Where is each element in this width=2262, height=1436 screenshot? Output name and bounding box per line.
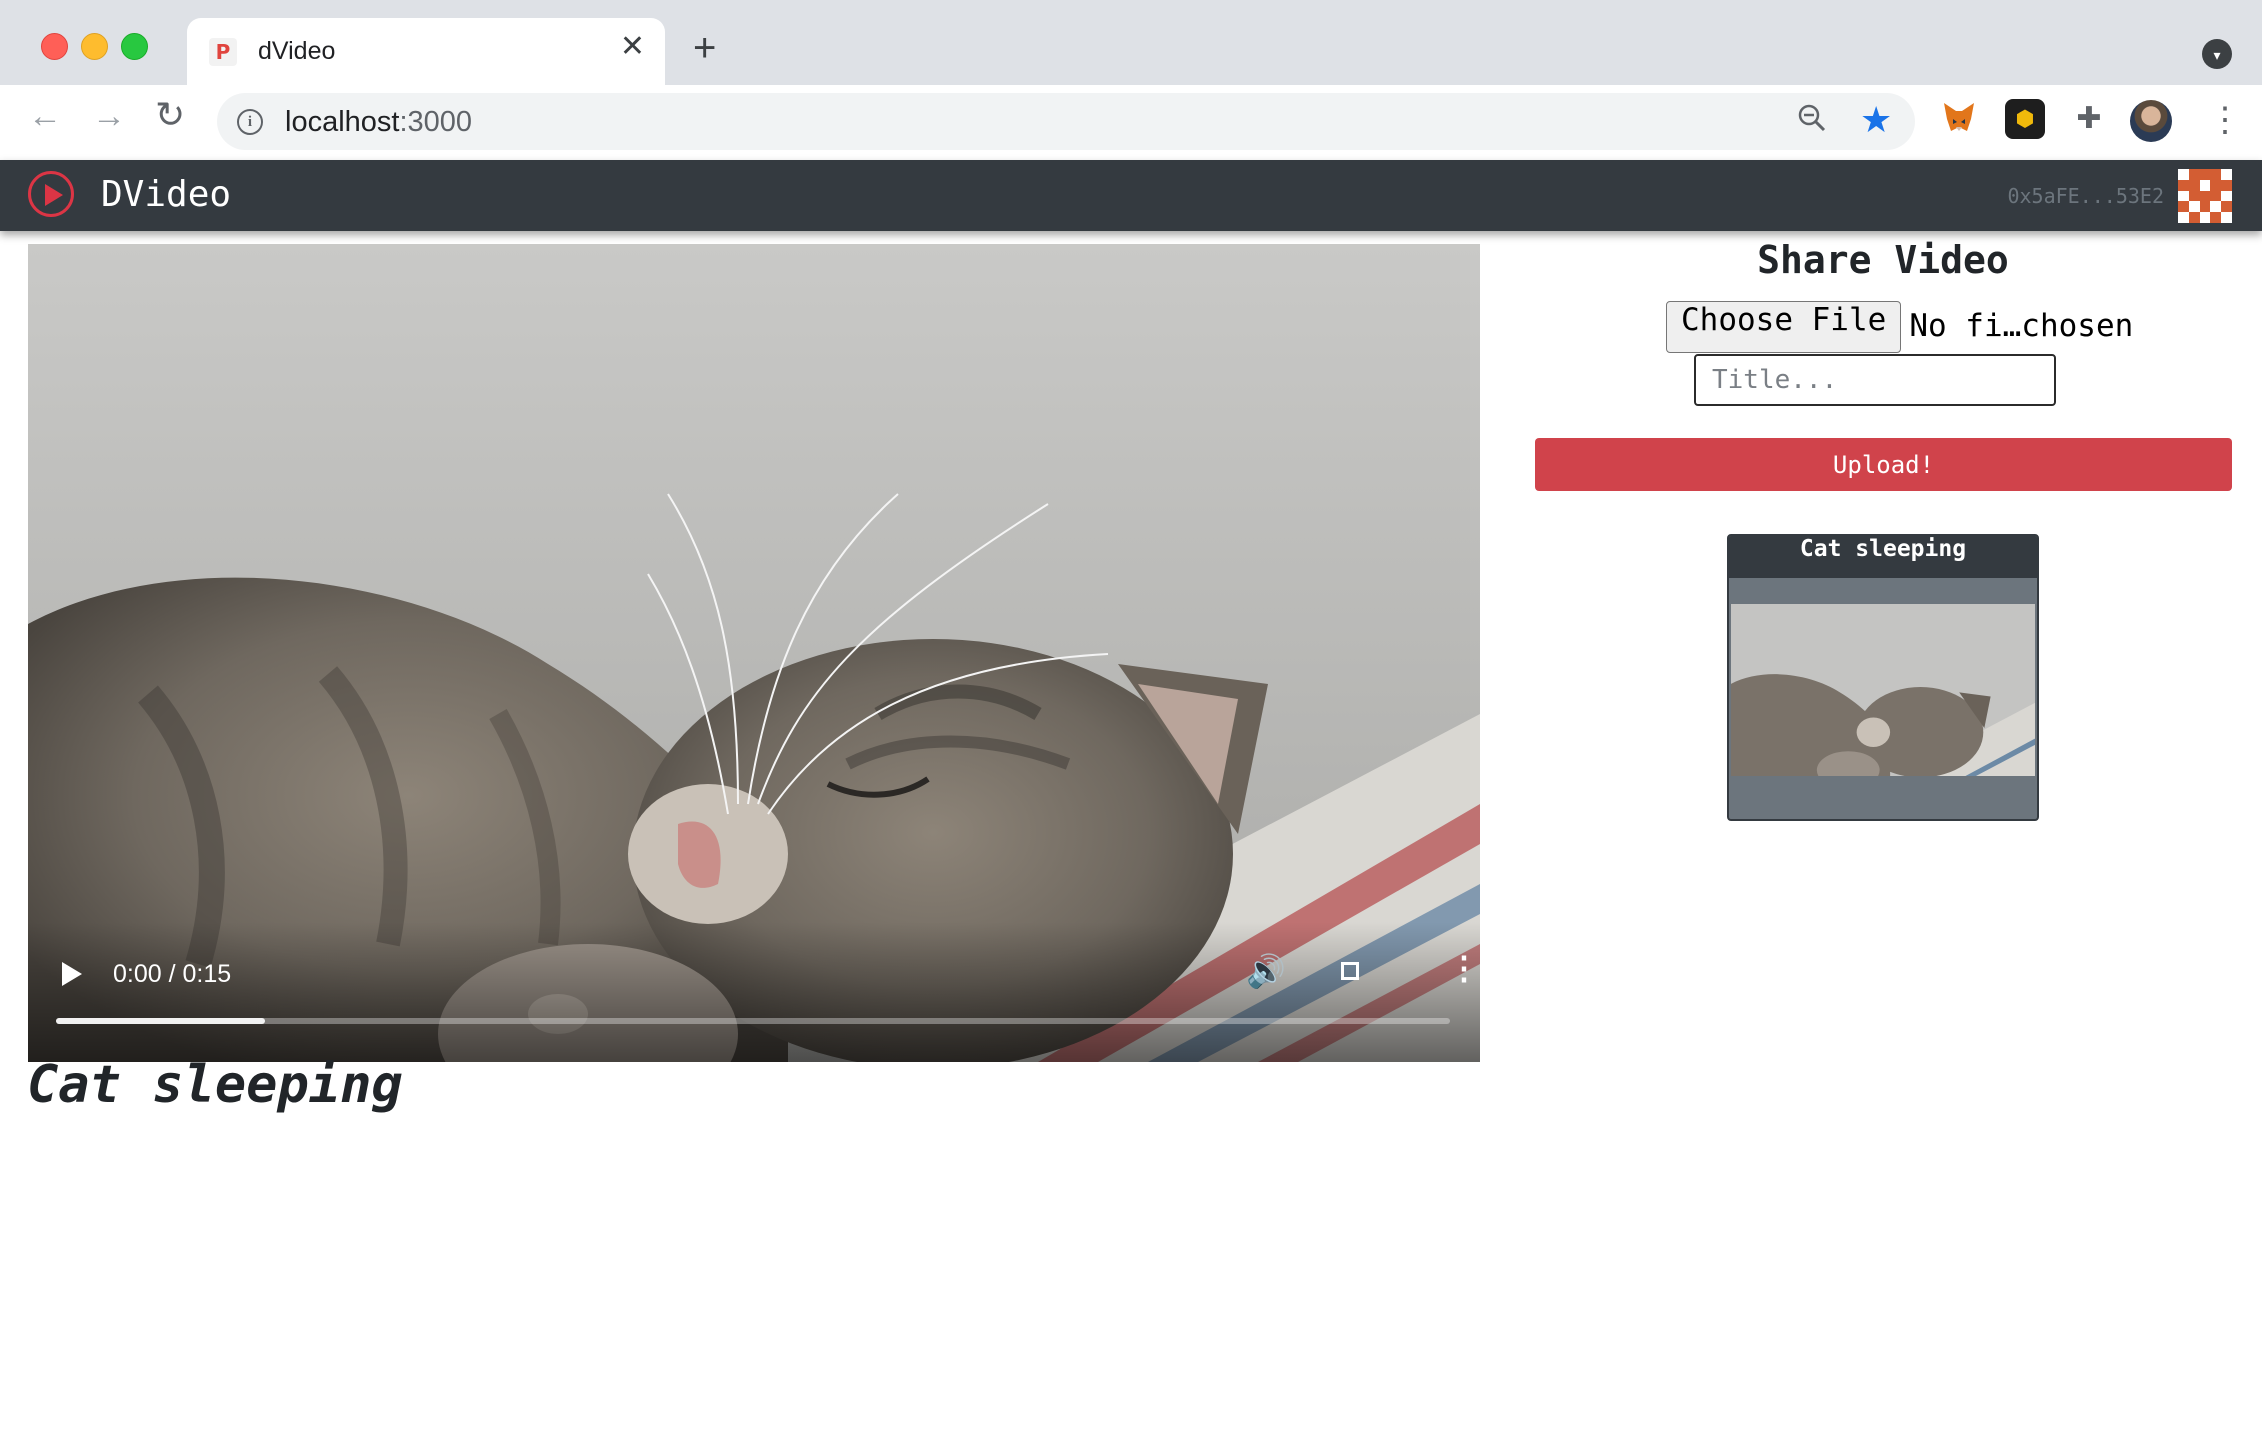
new-tab-button[interactable]: + bbox=[693, 28, 716, 68]
url-text[interactable]: localhost:3000 bbox=[285, 106, 472, 139]
video-options-icon[interactable]: ⋮ bbox=[1448, 952, 1480, 984]
profile-dropdown-icon[interactable]: ▾ bbox=[2202, 39, 2232, 69]
video-player[interactable]: 0:00 / 0:15 🔊 ⋮ bbox=[28, 244, 1480, 1062]
time-display: 0:00 / 0:15 bbox=[113, 960, 232, 988]
volume-icon[interactable]: 🔊 bbox=[1246, 952, 1286, 990]
extensions-puzzle-icon[interactable]: ✚ bbox=[2069, 99, 2109, 139]
browser-toolbar: ← → ↻ i localhost:3000 ★ ⬢ ✚ ⋮ bbox=[0, 85, 2262, 161]
account-identicon bbox=[2178, 169, 2232, 223]
share-video-heading: Share Video bbox=[1757, 238, 2009, 282]
favicon-icon: P bbox=[209, 38, 237, 66]
title-input[interactable] bbox=[1694, 354, 2056, 406]
video-thumbnail[interactable] bbox=[1731, 604, 2035, 776]
browser-tab-strip: P dVideo ✕ + ▾ bbox=[0, 0, 2262, 85]
play-icon[interactable] bbox=[62, 962, 82, 986]
more-menu-icon[interactable]: ⋮ bbox=[2208, 103, 2242, 137]
browser-tab[interactable]: P dVideo ✕ bbox=[187, 18, 665, 85]
video-card-title[interactable]: Cat sleeping bbox=[1729, 536, 2037, 578]
info-icon[interactable]: i bbox=[237, 109, 263, 135]
account-address: 0x5aFE...53E2 bbox=[2007, 184, 2164, 208]
choose-file-button[interactable]: Choose File bbox=[1666, 301, 1902, 353]
file-status-text: No fi…chosen bbox=[1909, 308, 2134, 344]
tab-title: dVideo bbox=[258, 37, 336, 65]
reload-icon[interactable]: ↻ bbox=[155, 97, 185, 133]
file-input[interactable]: Choose File No fi…chosen bbox=[1666, 301, 2133, 353]
fullscreen-icon[interactable] bbox=[1341, 962, 1359, 980]
controls-overlay bbox=[28, 922, 1480, 1062]
seek-bar-progress bbox=[56, 1018, 266, 1024]
tab-close-icon[interactable]: ✕ bbox=[620, 32, 645, 62]
address-bar[interactable]: i localhost:3000 ★ bbox=[217, 93, 1915, 150]
binance-extension-icon[interactable]: ⬢ bbox=[2005, 99, 2045, 139]
metamask-fox-icon[interactable] bbox=[1939, 99, 1979, 139]
forward-arrow-icon[interactable]: → bbox=[92, 99, 126, 133]
video-list-item[interactable]: Cat sleeping bbox=[1727, 534, 2039, 821]
play-logo-icon bbox=[28, 171, 74, 217]
window-zoom-button[interactable] bbox=[121, 33, 148, 60]
video-title: Cat sleeping bbox=[27, 1055, 403, 1115]
seek-bar[interactable] bbox=[56, 1018, 1450, 1024]
brand-name[interactable]: DVideo bbox=[101, 174, 231, 215]
app-navbar: DVideo 0x5aFE...53E2 bbox=[0, 160, 2262, 231]
back-arrow-icon[interactable]: ← bbox=[28, 99, 62, 133]
profile-avatar[interactable] bbox=[2130, 100, 2172, 142]
upload-button[interactable]: Upload! bbox=[1535, 438, 2232, 491]
bookmark-star-icon[interactable]: ★ bbox=[1860, 99, 1892, 141]
window-minimize-button[interactable] bbox=[81, 33, 108, 60]
window-close-button[interactable] bbox=[41, 33, 68, 60]
zoom-out-icon[interactable] bbox=[1797, 103, 1827, 141]
